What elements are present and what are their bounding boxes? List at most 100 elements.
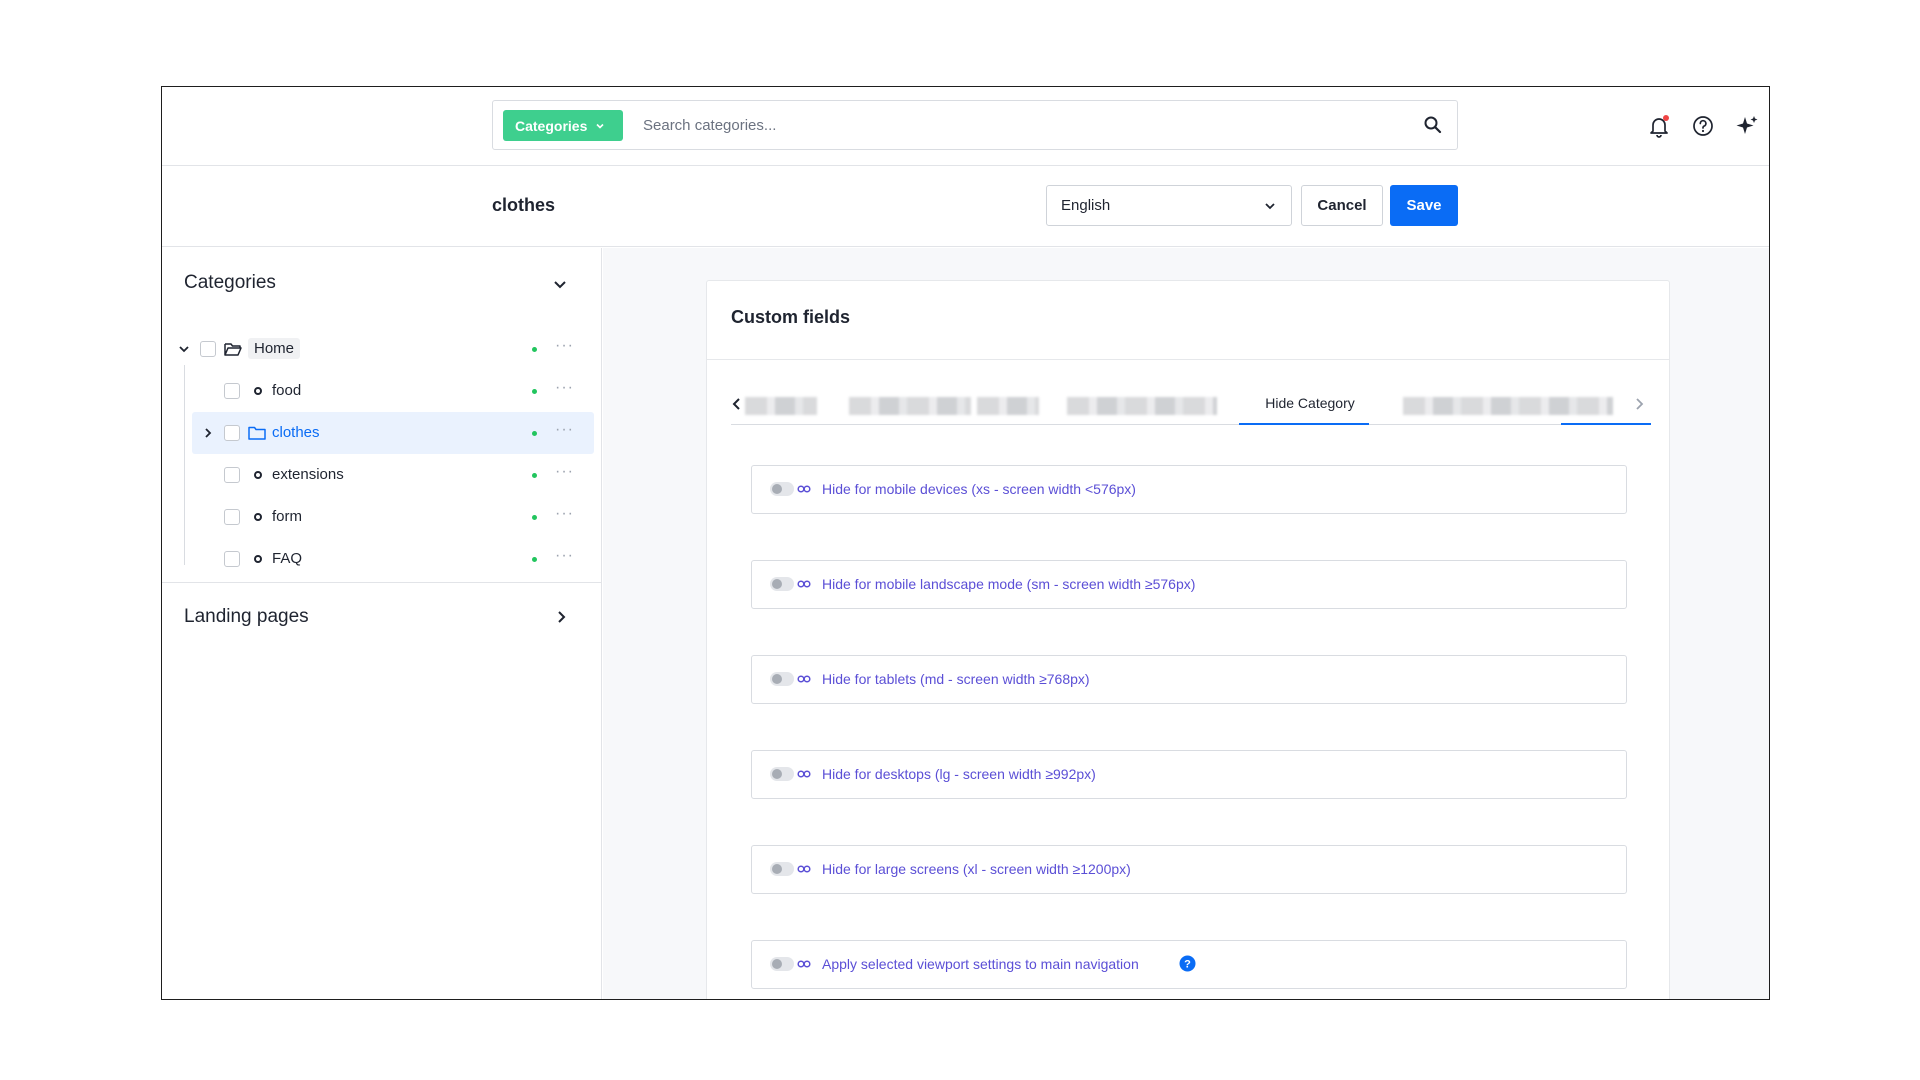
tree-node-label: Home [248,338,301,359]
link-icon[interactable] [796,576,812,592]
svg-text:?: ? [1184,959,1191,971]
categories-dropdown-button[interactable]: Categories [503,110,624,141]
active-tab-indicator [1239,423,1369,425]
toggle-switch[interactable] [770,482,794,496]
help-icon[interactable]: ? [1179,955,1196,972]
link-icon[interactable] [796,481,812,497]
sidebar-divider [162,582,602,583]
chevron-down-icon[interactable] [178,343,190,355]
tree-checkbox[interactable] [224,509,240,525]
tab-scroll-indicator [1561,423,1651,425]
field-label: Hide for large screens (xl - screen widt… [822,861,1131,877]
tab-bar: Hide Category [731,385,1651,425]
card-divider [707,359,1669,360]
chevron-down-icon[interactable] [552,276,568,292]
tree-node-label: clothes [272,424,320,441]
more-options-icon[interactable]: ··· [555,505,574,523]
status-dot [532,515,537,520]
sidebar-title: Categories [184,272,276,293]
tree-checkbox[interactable] [224,551,240,567]
landing-pages-title[interactable]: Landing pages [184,606,309,628]
chevron-right-icon[interactable] [1633,397,1645,411]
tree-node-label: FAQ [272,550,303,567]
bell-icon[interactable] [1646,113,1672,139]
more-options-icon[interactable]: ··· [555,421,574,439]
language-select[interactable]: English [1046,185,1292,226]
folder-icon [248,426,266,440]
toggle-switch[interactable] [770,957,794,971]
status-dot [532,431,537,436]
chevron-down-icon [596,123,604,129]
chevron-left-icon[interactable] [731,397,743,411]
field-label: Hide for desktops (lg - screen width ≥99… [822,766,1096,782]
search-icon[interactable] [1423,115,1443,135]
field-label: Hide for mobile devices (xs - screen wid… [822,481,1136,497]
more-options-icon[interactable]: ··· [555,337,574,355]
status-dot [532,389,537,394]
tree-checkbox[interactable] [224,425,240,441]
tab-blurred[interactable] [977,397,1039,415]
status-dot [532,347,537,352]
link-icon[interactable] [796,861,812,877]
sidebar: Categories Home ··· food ··· clothes ···… [162,248,602,999]
search-box: Categories [492,100,1458,150]
toggle-switch[interactable] [770,577,794,591]
bullet-icon [254,513,262,521]
field-hide-xs: Hide for mobile devices (xs - screen wid… [751,465,1627,514]
tree-node-label: food [272,382,302,399]
language-select-value: English [1061,197,1111,214]
field-hide-xl: Hide for large screens (xl - screen widt… [751,845,1627,894]
tree-node-home[interactable]: Home ··· [162,328,602,370]
app-window: Categories clothes English Cancel [161,86,1770,1000]
link-icon[interactable] [796,956,812,972]
tab-blurred[interactable] [1067,397,1217,415]
tab-blurred[interactable] [849,397,971,415]
link-icon[interactable] [796,766,812,782]
field-hide-sm: Hide for mobile landscape mode (sm - scr… [751,560,1627,609]
link-icon[interactable] [796,671,812,687]
tree-node-food[interactable]: food ··· [162,370,602,412]
toggle-switch[interactable] [770,767,794,781]
categories-button-label: Categories [515,117,588,134]
tab-hide-category[interactable]: Hide Category [1245,395,1375,411]
folder-open-icon [224,343,242,356]
chevron-right-icon[interactable] [554,610,568,624]
field-label: Hide for mobile landscape mode (sm - scr… [822,576,1196,592]
tree-node-clothes[interactable]: clothes ··· [162,412,602,454]
tab-blurred[interactable] [1403,397,1613,415]
tree-node-faq[interactable]: FAQ ··· [162,538,602,580]
status-dot [532,557,537,562]
field-label: Apply selected viewport settings to main… [822,956,1139,972]
tree-node-extensions[interactable]: extensions ··· [162,454,602,496]
header-row: clothes English Cancel Save [162,167,1769,247]
bullet-icon [254,387,262,395]
field-label: Hide for tablets (md - screen width ≥768… [822,671,1090,687]
main-content: Custom fields Hide Category Hide for mob… [603,248,1769,999]
field-hide-lg: Hide for desktops (lg - screen width ≥99… [751,750,1627,799]
more-options-icon[interactable]: ··· [555,379,574,397]
custom-fields-card: Custom fields Hide Category Hide for mob… [706,280,1670,999]
toggle-switch[interactable] [770,672,794,686]
tree-node-form[interactable]: form ··· [162,496,602,538]
more-options-icon[interactable]: ··· [555,547,574,565]
card-title: Custom fields [731,307,851,327]
tab-blurred[interactable] [745,397,817,415]
save-button[interactable]: Save [1390,185,1458,226]
more-options-icon[interactable]: ··· [555,463,574,481]
search-input[interactable] [643,111,1403,139]
field-apply-main-nav: Apply selected viewport settings to main… [751,940,1627,989]
chevron-down-icon [1265,202,1275,209]
sparkle-icon[interactable] [1734,113,1760,139]
status-dot [532,473,537,478]
tree-node-label: extensions [272,466,344,483]
tree-checkbox[interactable] [224,383,240,399]
chevron-right-icon[interactable] [202,427,214,439]
tree-checkbox[interactable] [200,341,216,357]
help-icon[interactable] [1690,113,1716,139]
cancel-button[interactable]: Cancel [1301,185,1383,226]
toggle-switch[interactable] [770,862,794,876]
page-title: clothes [492,195,556,215]
field-hide-md: Hide for tablets (md - screen width ≥768… [751,655,1627,704]
tree-checkbox[interactable] [224,467,240,483]
bullet-icon [254,555,262,563]
